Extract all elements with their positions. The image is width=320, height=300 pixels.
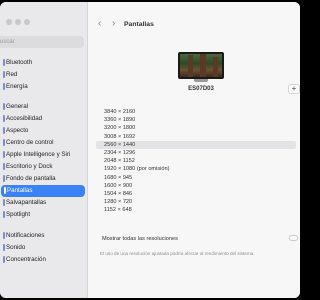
sidebar-item[interactable]: Spotlight <box>0 209 86 221</box>
show-all-resolutions-label: Mostrar todas las resoluciones <box>102 236 178 242</box>
system-settings-window: uscar Bluetooth Red Energía General Accesibi… <box>0 2 300 298</box>
sidebar-item[interactable]: Notificaciones <box>0 230 86 242</box>
sidebar-item-icon <box>3 82 5 90</box>
sidebar-item-label: Fondo de pantalla <box>6 175 56 182</box>
sidebar-item-icon <box>3 70 5 78</box>
resolution-option[interactable]: 3200 × 1800 <box>96 124 296 132</box>
sidebar-item-label: Escritorio y Dock <box>6 163 53 170</box>
sidebar-item-label: Accesibilidad <box>6 115 43 122</box>
sidebar-item[interactable]: Escritorio y Dock <box>0 161 86 173</box>
zoom-button[interactable] <box>24 19 30 25</box>
sidebar-item-icon <box>3 210 5 218</box>
resolution-option[interactable]: 2560 × 1440 <box>96 140 296 149</box>
resolution-option[interactable]: 1504 × 846 <box>96 190 296 198</box>
sidebar-item[interactable]: Apple Intelligence y Siri <box>0 149 86 161</box>
window-controls <box>6 19 30 25</box>
sidebar: uscar Bluetooth Red Energía General Accesibi… <box>0 2 88 298</box>
sidebar-item-icon <box>3 126 5 134</box>
sidebar-item-icon <box>3 231 5 239</box>
sidebar-item-label: Aspecto <box>6 127 29 134</box>
sidebar-item-label: Spotlight <box>6 211 31 218</box>
resolution-option[interactable]: 1600 × 900 <box>96 182 296 190</box>
sidebar-item-label: Bluetooth <box>6 59 33 66</box>
sidebar-item[interactable]: Fondo de pantalla <box>0 173 86 185</box>
sidebar-item-icon <box>3 102 5 110</box>
sidebar-item-label: Salvapantallas <box>6 199 47 206</box>
sidebar-item-label: General <box>6 103 29 110</box>
resolution-option[interactable]: 2304 × 1296 <box>96 149 296 157</box>
resolution-option[interactable]: 1920 × 1080 (por omisión) <box>96 165 296 173</box>
display-icon <box>178 52 224 79</box>
resolution-option[interactable]: 3840 × 2160 <box>96 108 296 116</box>
resolution-option[interactable]: 2048 × 1152 <box>96 157 296 165</box>
resolution-option[interactable]: 1152 × 648 <box>96 206 296 214</box>
sidebar-item-label: Pantallas <box>7 187 33 194</box>
close-button[interactable] <box>6 19 12 25</box>
sidebar-item[interactable]: Sonido <box>0 242 86 254</box>
resolution-option[interactable]: 1280 × 720 <box>96 198 296 206</box>
sidebar-item-icon <box>3 138 5 146</box>
sidebar-item-icon <box>3 114 5 122</box>
resolution-option[interactable]: 1680 × 945 <box>96 174 296 182</box>
search-input[interactable]: uscar <box>0 36 84 48</box>
resolution-option[interactable]: 3008 × 1692 <box>96 133 296 141</box>
sidebar-item[interactable]: Red <box>0 69 86 81</box>
sidebar-item-icon <box>3 150 5 158</box>
sidebar-item-label: Red <box>6 71 18 78</box>
performance-note: El uso de una resolución ajustada podría… <box>100 251 255 256</box>
monitor-stand <box>194 79 208 82</box>
resolution-option[interactable]: 3360 × 1890 <box>96 116 296 124</box>
show-all-resolutions-row: Mostrar todas las resoluciones <box>96 235 300 243</box>
show-all-resolutions-checkbox[interactable] <box>289 235 298 241</box>
sidebar-item-label: Concentración <box>6 256 46 263</box>
sidebar-item-icon <box>3 174 5 182</box>
sidebar-item[interactable]: Centro de control <box>0 137 86 149</box>
sidebar-item-label: Sonido <box>6 244 26 251</box>
sidebar-item[interactable]: Energía <box>0 81 86 93</box>
sidebar-item[interactable]: Aspecto <box>0 125 86 137</box>
sidebar-item-icon <box>3 58 5 66</box>
sidebar-item[interactable]: Pantallas <box>1 185 85 197</box>
sidebar-item-icon <box>3 255 5 263</box>
main-pane: ‹ › Pantallas ES07D03 + 3840 × 2160 3360 … <box>88 2 300 298</box>
minimize-button[interactable] <box>15 19 21 25</box>
sidebar-item-label: Apple Intelligence y Siri <box>6 151 71 158</box>
page-title: Pantallas <box>124 21 154 28</box>
sidebar-item[interactable]: Bluetooth <box>0 57 86 69</box>
back-icon[interactable]: ‹ <box>98 18 101 29</box>
sidebar-item-icon <box>4 186 6 194</box>
sidebar-item[interactable]: Accesibilidad <box>0 113 86 125</box>
sidebar-item-icon <box>3 243 5 251</box>
sidebar-item-label: Centro de control <box>6 139 54 146</box>
sidebar-item-label: Notificaciones <box>6 232 45 239</box>
resolution-list: 3840 × 2160 3360 × 1890 3200 × 1800 3008 × … <box>96 108 296 214</box>
forward-icon[interactable]: › <box>112 18 115 29</box>
add-display-button[interactable]: + <box>288 84 300 94</box>
display-thumbnail[interactable] <box>178 52 224 82</box>
sidebar-item[interactable]: Concentración <box>0 254 86 266</box>
sidebar-item-label: Energía <box>6 83 28 90</box>
display-name: ES07D03 <box>188 86 214 92</box>
sidebar-item-icon <box>3 162 5 170</box>
sidebar-item-icon <box>3 198 5 206</box>
toolbar: ‹ › Pantallas <box>88 2 300 46</box>
sidebar-item[interactable]: General <box>0 101 86 113</box>
sidebar-item[interactable]: Salvapantallas <box>0 197 86 209</box>
